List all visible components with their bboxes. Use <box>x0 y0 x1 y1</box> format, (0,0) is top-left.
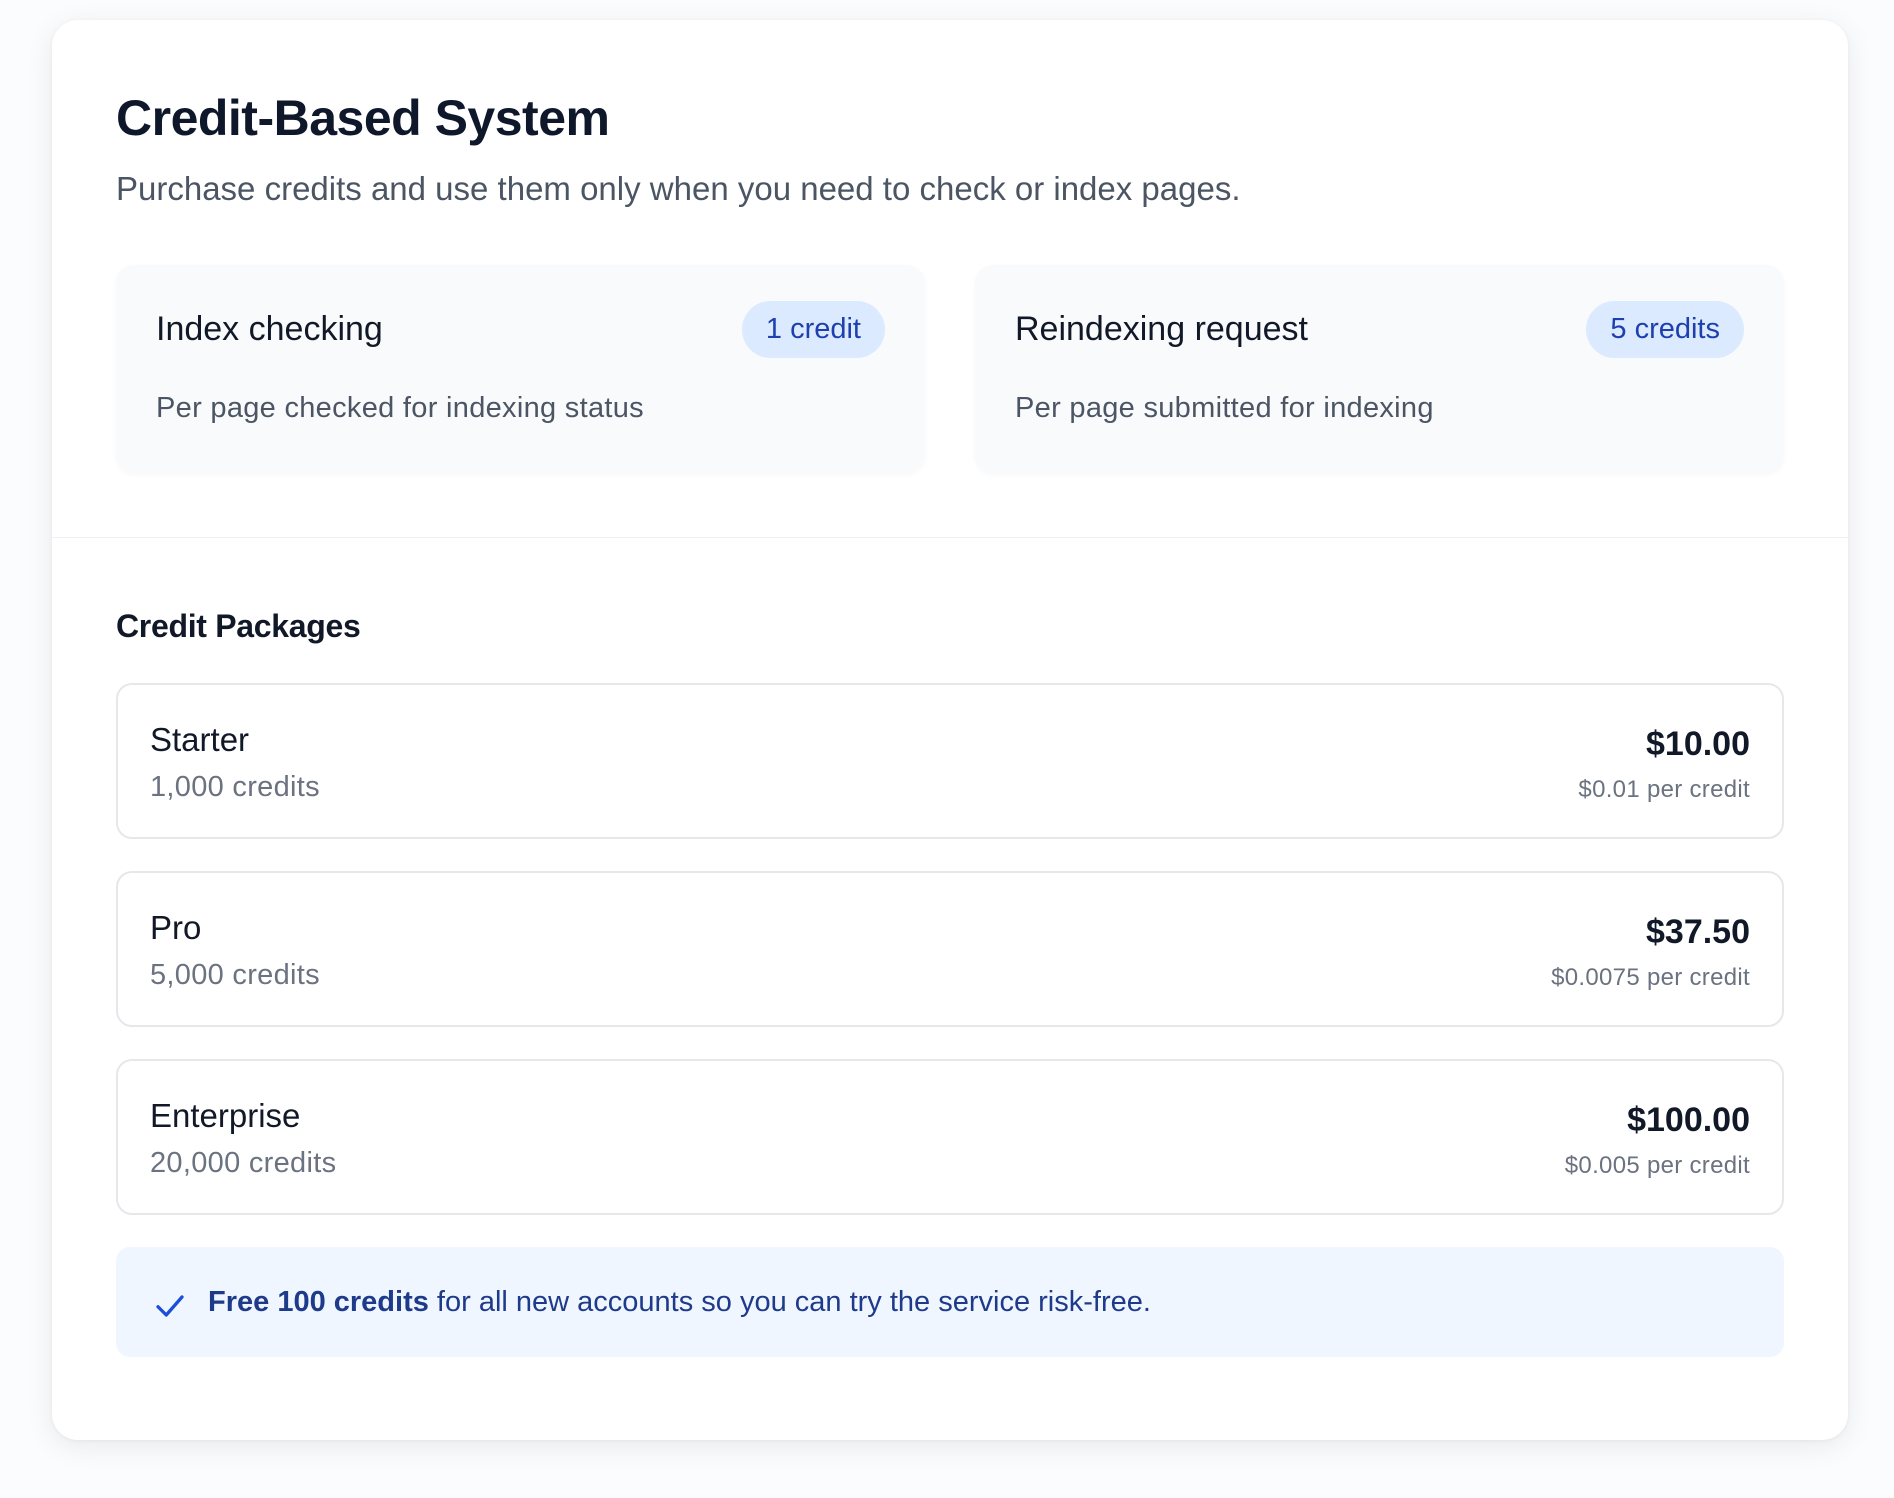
cost-card-index-checking: Index checking 1 credit Per page checked… <box>116 264 925 473</box>
package-price: $37.50 <box>1646 913 1750 951</box>
package-credits: 5,000 credits <box>150 959 320 991</box>
section-title: Credit Packages <box>116 608 361 644</box>
package-price: $100.00 <box>1627 1101 1750 1139</box>
credit-system-header-section: Credit-Based System Purchase credits and… <box>52 20 1848 538</box>
package-info: Enterprise 20,000 credits <box>150 1097 336 1180</box>
package-pricing: $37.50 $0.0075 per credit <box>1551 909 1750 992</box>
package-info: Pro 5,000 credits <box>150 909 320 992</box>
page-subtitle: Purchase credits and use them only when … <box>116 170 1241 207</box>
cost-card-header: Reindexing request 5 credits <box>1015 300 1744 358</box>
cost-description: Per page checked for indexing status <box>156 391 644 424</box>
package-enterprise[interactable]: Enterprise 20,000 credits $100.00 $0.005… <box>116 1059 1784 1215</box>
package-starter[interactable]: Starter 1,000 credits $10.00 $0.01 per c… <box>116 683 1784 839</box>
package-name: Pro <box>150 909 202 946</box>
credit-packages-section: Credit Packages Starter 1,000 credits $1… <box>52 538 1848 1357</box>
credit-system-card: Credit-Based System Purchase credits and… <box>52 20 1848 1440</box>
package-price: $10.00 <box>1646 725 1750 763</box>
cost-name: Index checking <box>156 309 383 348</box>
package-pricing: $10.00 $0.01 per credit <box>1578 721 1750 804</box>
cost-badge: 5 credits <box>1586 300 1744 358</box>
check-icon <box>156 1295 184 1317</box>
package-credits: 1,000 credits <box>150 771 320 803</box>
page-title: Credit-Based System <box>116 90 610 146</box>
package-name: Starter <box>150 721 250 758</box>
cost-card-reindexing-request: Reindexing request 5 credits Per page su… <box>975 264 1784 473</box>
package-info: Starter 1,000 credits <box>150 721 320 804</box>
cost-badge: 1 credit <box>741 300 885 358</box>
package-list: Starter 1,000 credits $10.00 $0.01 per c… <box>116 683 1784 1215</box>
free-credits-note: Free 100 credits for all new accounts so… <box>116 1247 1784 1357</box>
cost-description: Per page submitted for indexing <box>1015 391 1434 424</box>
package-credits: 20,000 credits <box>150 1147 337 1179</box>
note-highlight: Free 100 credits <box>208 1285 429 1318</box>
package-per-credit: $0.01 per credit <box>1578 776 1750 803</box>
cost-card-header: Index checking 1 credit <box>156 300 885 358</box>
package-per-credit: $0.005 per credit <box>1564 1152 1750 1179</box>
package-per-credit: $0.0075 per credit <box>1551 964 1750 991</box>
note-text: Free 100 credits for all new accounts so… <box>208 1286 1151 1319</box>
package-pro[interactable]: Pro 5,000 credits $37.50 $0.0075 per cre… <box>116 871 1784 1027</box>
package-name: Enterprise <box>150 1097 301 1134</box>
cost-name: Reindexing request <box>1015 309 1308 348</box>
credit-costs: Index checking 1 credit Per page checked… <box>116 264 1784 473</box>
package-pricing: $100.00 $0.005 per credit <box>1565 1097 1750 1180</box>
note-body: for all new accounts so you can try the … <box>428 1285 1151 1318</box>
